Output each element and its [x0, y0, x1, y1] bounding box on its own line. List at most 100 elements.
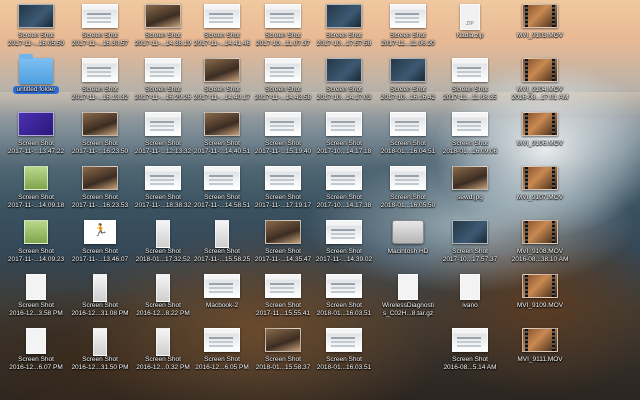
desktop-icon-c8r7[interactable]: Screen Shot 2016-08...5.14 AM: [436, 324, 504, 380]
desktop-icon-c6r1[interactable]: Screen Shot 2017-10...17.57.58: [310, 0, 378, 56]
desktop-icon-c9r1[interactable]: MVI_9103.MOV: [506, 0, 574, 56]
desktop-icon-c4r6[interactable]: Macbook-2: [188, 270, 256, 326]
desktop-icon-c3r4[interactable]: Screen Shot 2017-11-...18.38.32: [129, 162, 197, 218]
desktop-icon-c9r4[interactable]: MVI_9107.MOV: [506, 162, 574, 218]
file-thumbnail-icon: [145, 4, 181, 28]
desktop-icon-c4r2[interactable]: Screen Shot 2017-11-...14.40.17: [188, 54, 256, 110]
desktop-icon-c3r5[interactable]: Screen Shot 2018-01...17.32.52: [129, 216, 197, 272]
desktop-icon-c9r6[interactable]: MVI_9109.MOV: [506, 270, 574, 326]
desktop-icon-c7r5[interactable]: Macintosh HD: [374, 216, 442, 272]
desktop-icon-c6r6[interactable]: Screen Shot 2018-01...16.03.51: [310, 270, 378, 326]
desktop-icon-c2r1[interactable]: Screen Shot 2017-11-...16.30.57: [66, 0, 134, 56]
desktop-icon-c9r2[interactable]: MVI_9104.MOV 2016-08...17.01 AM: [506, 54, 574, 110]
desktop-icon-c5r2[interactable]: Screen Shot 2017-11-...14.43.58: [249, 54, 317, 110]
file-thumbnail-icon: [265, 166, 301, 190]
desktop-icon-c8r6[interactable]: ivano: [436, 270, 504, 326]
icon-label: MVI_9104.MOV 2016-08...17.01 AM: [500, 86, 580, 101]
desktop-icon-c8r2[interactable]: Screen Shot 2017-11...11.08.35: [436, 54, 504, 110]
icon-label: MVI_9108.MOV 2016-08...38.10 AM: [500, 248, 580, 263]
desktop-icon-c7r3[interactable]: Screen Shot 2018-01...16.04.51: [374, 108, 442, 164]
file-thumbnail-icon: [215, 220, 229, 248]
desktop-icon-c4r3[interactable]: Screen Shot 2017-11-...14.40.51: [188, 108, 256, 164]
icon-name: Screen Shot: [452, 86, 488, 93]
desktop-icon-c1r4[interactable]: Screen Shot 2017-11-...14.09.18: [2, 162, 70, 218]
desktop-icon-c7r4[interactable]: Screen Shot 2018-01...16.05.50: [374, 162, 442, 218]
desktop-icon-c6r4[interactable]: Screen Shot 2017-10...14.17.38: [310, 162, 378, 218]
desktop-icon-c9r3[interactable]: MVI_9106.MOV: [506, 108, 574, 164]
file-thumbnail-icon: [265, 328, 301, 352]
desktop-icon-c1r1[interactable]: Screen Shot 2017-11-...16.05.50: [2, 0, 70, 56]
desktop-icon-c5r6[interactable]: Screen Shot 2017-11...15.55.41: [249, 270, 317, 326]
desktop-icon-c5r1[interactable]: Screen Shot 2017-10...11.07.37: [249, 0, 317, 56]
icon-label: Screen Shot 2017-10...17.57.37: [430, 248, 510, 263]
desktop-icon-c2r2[interactable]: Screen Shot 2017-11-...16.13.32: [66, 54, 134, 110]
file-thumbnail-icon: [326, 58, 362, 82]
icon-name: MVI_9111.MOV: [517, 356, 563, 363]
desktop-icon-c4r7[interactable]: Screen Shot 2016-12...6.05 PM: [188, 324, 256, 380]
desktop-icon-c1r3[interactable]: Screen Shot 2017-11-...13.47.22: [2, 108, 70, 164]
file-thumbnail-icon: [265, 274, 301, 298]
file-thumbnail-icon: [204, 4, 240, 28]
desktop-icon-c6r7[interactable]: Screen Shot 2018-01...16.03.51: [310, 324, 378, 380]
desktop-icon-c8r4[interactable]: sewd.jpg: [436, 162, 504, 218]
desktop-icon-c6r3[interactable]: Screen Shot 2017-10...14.17.18: [310, 108, 378, 164]
video-file-icon: [522, 58, 558, 82]
desktop-icon-c7r2[interactable]: Screen Shot 2017-10...16.16.42: [374, 54, 442, 110]
desktop-icon-c5r4[interactable]: Screen Shot 2017-11-...17.19.17: [249, 162, 317, 218]
file-thumbnail-icon: [265, 58, 301, 82]
desktop-icon-c8r1[interactable]: Nadia.zip: [436, 0, 504, 56]
file-thumbnail-icon: [84, 220, 116, 244]
icon-date: 2017-11...11.08.35: [443, 93, 497, 101]
file-thumbnail-icon: [265, 4, 301, 28]
icon-name: MVI_9103.MOV: [516, 32, 564, 39]
icon-date: 2018-01...16.03.51: [316, 363, 372, 371]
icon-label: Screen Shot 2017-11...11.08.35: [430, 86, 510, 101]
desktop-icon-c4r4[interactable]: Screen Shot 2017-11-...14.58.51: [188, 162, 256, 218]
file-thumbnail-icon: [390, 58, 426, 82]
desktop-icon-c6r5[interactable]: Screen Shot 2017-11-...14.39.02: [310, 216, 378, 272]
file-thumbnail-icon: [26, 274, 46, 300]
desktop-icon-c2r4[interactable]: Screen Shot 2017-11-...16.23.53: [66, 162, 134, 218]
desktop-icon-c2r6[interactable]: Screen Shot 2016-12...31.08 PM: [66, 270, 134, 326]
desktop-icon-c8r3[interactable]: Screen Shot 2018-01...16.09.06: [436, 108, 504, 164]
file-thumbnail-icon: [82, 58, 118, 82]
icon-name: ivano: [462, 302, 478, 309]
desktop-icon-c6r2[interactable]: Screen Shot 2017-10...14.17.03: [310, 54, 378, 110]
desktop-icon-c5r3[interactable]: Screen Shot 2017-11-...15.19.40: [249, 108, 317, 164]
desktop-icon-c4r5[interactable]: Screen Shot 2017-11-...15.58.25: [188, 216, 256, 272]
icon-date: 2016-08...38.10 AM: [511, 255, 569, 263]
desktop-icon-c5r5[interactable]: Screen Shot 2017-11-...14.35.47: [249, 216, 317, 272]
desktop-icon-c1r7[interactable]: Screen Shot 2016-12...6.07 PM: [2, 324, 70, 380]
desktop-icon-c3r3[interactable]: Screen Shot 2017-11-...12.13.32: [129, 108, 197, 164]
file-thumbnail-icon: [82, 166, 118, 190]
file-thumbnail-icon: [452, 112, 488, 136]
desktop-icon-c3r2[interactable]: Screen Shot 2017-11-...16.29.26: [129, 54, 197, 110]
video-file-icon: [522, 274, 558, 298]
file-thumbnail-icon: [460, 274, 480, 300]
desktop-icon-c8r5[interactable]: Screen Shot 2017-10...17.57.37: [436, 216, 504, 272]
desktop-icon-c9r7[interactable]: MVI_9111.MOV: [506, 324, 574, 380]
desktop-icon-c4r1[interactable]: Screen Shot 2017-11-...14.41.46: [188, 0, 256, 56]
desktop-icon-c1r5[interactable]: Screen Shot 2017-11-...14.09.23: [2, 216, 70, 272]
desktop-icon-c3r7[interactable]: Screen Shot 2016-12...0.32 PM: [129, 324, 197, 380]
desktop-icon-c3r6[interactable]: Screen Shot 2016-12...8.22 PM: [129, 270, 197, 326]
desktop-icon-c1r6[interactable]: Screen Shot 2016-12...3.58 PM: [2, 270, 70, 326]
desktop-icon-c2r5[interactable]: Screen Shot2017-11-...13.46.07: [66, 216, 134, 272]
file-thumbnail-icon: [204, 328, 240, 352]
desktop-icon-c3r1[interactable]: Screen Shot 2017-11-...14.38.19: [129, 0, 197, 56]
video-file-icon: [522, 166, 558, 190]
desktop-icon-c2r7[interactable]: Screen Shot 2016-12...31.50 PM: [66, 324, 134, 380]
file-thumbnail-icon: [452, 220, 488, 244]
video-file-icon: [522, 112, 558, 136]
desktop-icon-c9r5[interactable]: MVI_9108.MOV 2016-08...38.10 AM: [506, 216, 574, 272]
desktop-icon-c1r2[interactable]: untitled folder: [2, 54, 70, 110]
desktop-icon-c2r3[interactable]: Screen Shot 2017-11-...16.23.50: [66, 108, 134, 164]
desktop-icon-c7r6[interactable]: WirelessDiagnosti s_C02H...8.tar.gz: [374, 270, 442, 326]
file-thumbnail-icon: [93, 328, 107, 356]
file-thumbnail-icon: [326, 166, 362, 190]
desktop[interactable]: Screen Shot 2017-11-...16.05.50 Screen Sho…: [0, 0, 640, 400]
icon-date: 2016-08...17.01 AM: [511, 93, 569, 101]
file-thumbnail-icon: [145, 112, 181, 136]
desktop-icon-c7r1[interactable]: Screen Shot 2017-11...11.06.20: [374, 0, 442, 56]
desktop-icon-c5r7[interactable]: Screen Shot 2018-01...15.58.37: [249, 324, 317, 380]
